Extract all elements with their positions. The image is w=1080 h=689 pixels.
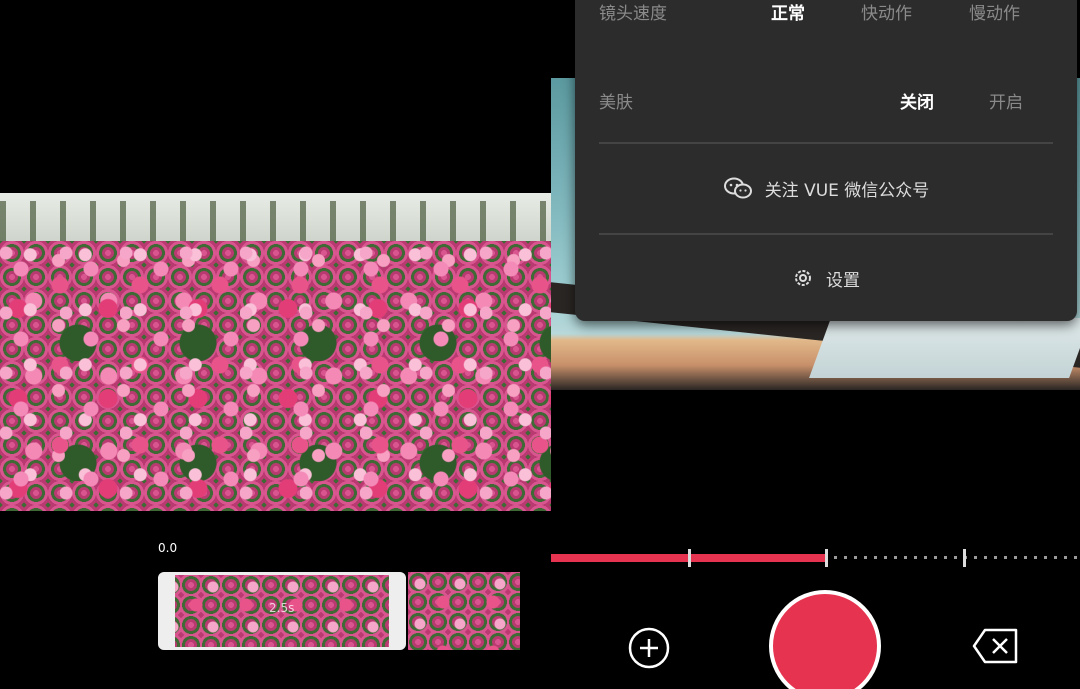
wechat-icon [723, 177, 752, 199]
menu-divider [599, 142, 1053, 144]
record-controls [551, 590, 1080, 689]
preview-flowers [0, 241, 551, 511]
segment-mark [687, 549, 691, 567]
beauty-option-off[interactable]: 关闭 [900, 88, 934, 113]
video-preview [0, 193, 551, 511]
recording-progress [551, 549, 1080, 567]
settings-menu: 镜头速度 正常 快动作 慢动作 美肤 关闭 开启 关注 VUE 微信公众号 设置 [575, 0, 1077, 321]
beauty-row: 美肤 关闭 开启 [599, 80, 1053, 120]
follow-wechat-link[interactable]: 关注 VUE 微信公众号 [575, 168, 1077, 208]
backspace-icon[interactable] [971, 626, 1021, 666]
speed-row: 镜头速度 正常 快动作 慢动作 [599, 0, 1053, 31]
speed-option-slow[interactable]: 慢动作 [969, 0, 1020, 24]
beauty-option-on[interactable]: 开启 [989, 88, 1023, 113]
speed-label: 镜头速度 [599, 3, 667, 24]
viewfinder-wall [809, 318, 1080, 378]
segment-mark [825, 549, 829, 567]
beauty-label: 美肤 [599, 92, 633, 113]
speed-option-normal[interactable]: 正常 [771, 0, 805, 24]
speed-option-fast[interactable]: 快动作 [861, 0, 912, 24]
clip-timeline[interactable]: 2.5s [158, 570, 520, 652]
record-button[interactable] [769, 590, 881, 689]
recorder-pane: 镜头速度 正常 快动作 慢动作 美肤 关闭 开启 关注 VUE 微信公众号 设置 [551, 0, 1080, 689]
settings-link-label: 设置 [826, 270, 860, 291]
next-clip[interactable] [408, 572, 520, 650]
segment-mark [962, 549, 966, 567]
clip-duration: 2.5s [269, 601, 295, 615]
selected-clip[interactable]: 2.5s [158, 572, 406, 650]
wechat-link-label: 关注 VUE 微信公众号 [764, 180, 930, 201]
editor-pane: 0.0 2.5s [0, 0, 551, 689]
settings-link[interactable]: 设置 [575, 258, 1077, 298]
timeline-time-label: 0.0 [158, 541, 178, 555]
gear-icon [795, 270, 811, 286]
progress-remaining [834, 556, 1080, 559]
menu-divider [599, 233, 1053, 235]
plus-circle-icon[interactable] [627, 626, 671, 670]
